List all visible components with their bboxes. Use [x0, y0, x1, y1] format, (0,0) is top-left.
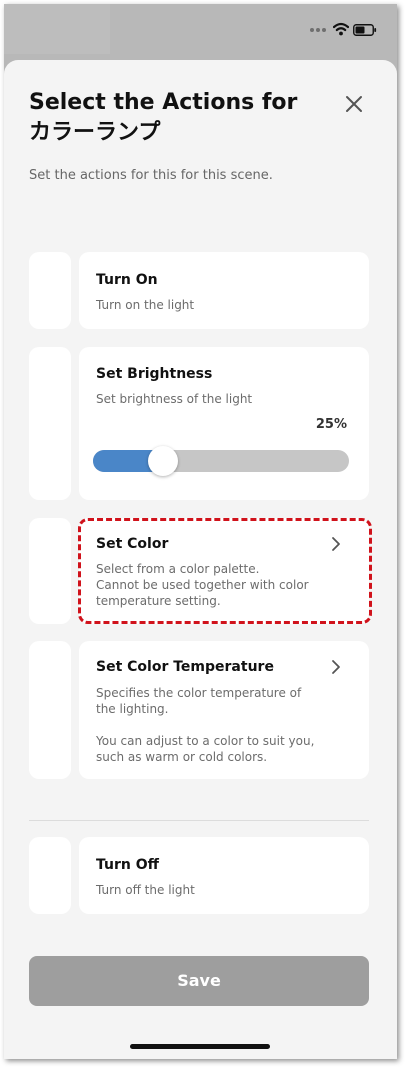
status-bar [4, 4, 397, 60]
brightness-value: 25% [315, 417, 347, 432]
action-card-set-color[interactable]: Set Color Select from a color palette. C… [79, 518, 369, 624]
action-title: Set Color Temperature [96, 659, 274, 675]
brightness-slider[interactable] [93, 446, 349, 476]
action-description: Specifies the color temperature of the l… [96, 686, 315, 764]
signal-dots-icon [310, 28, 328, 34]
sheet-subtitle: Set the actions for this for this scene. [29, 168, 273, 183]
set-color-checkbox[interactable] [29, 518, 71, 624]
action-description: Turn off the light [96, 883, 195, 897]
turn-on-checkbox[interactable] [29, 252, 71, 329]
set-color-temperature-checkbox[interactable] [29, 641, 71, 779]
action-description: Select from a color palette. Cannot be u… [96, 562, 309, 608]
action-card-turn-off[interactable]: Turn Off Turn off the light [79, 837, 369, 914]
slider-thumb[interactable] [148, 446, 178, 476]
turn-off-checkbox[interactable] [29, 837, 71, 914]
home-indicator [130, 1044, 270, 1049]
phone-screen: Select the Actions for カラーランプ Set the ac… [4, 4, 397, 1059]
action-title: Turn Off [96, 857, 159, 873]
set-brightness-checkbox[interactable] [29, 347, 71, 500]
action-description: Set brightness of the light [96, 392, 253, 406]
chevron-right-icon [332, 537, 340, 551]
action-card-turn-on[interactable]: Turn On Turn on the light [79, 252, 369, 329]
chevron-right-icon [332, 660, 340, 674]
action-description: Turn on the light [96, 298, 195, 312]
close-icon[interactable] [342, 92, 366, 116]
save-button[interactable]: Save [29, 956, 369, 1006]
action-title: Set Brightness [96, 366, 213, 382]
action-selection-sheet: Select the Actions for カラーランプ Set the ac… [4, 60, 397, 1059]
wifi-icon [333, 22, 349, 36]
action-card-set-color-temperature[interactable]: Set Color Temperature Specifies the colo… [79, 641, 369, 779]
action-title: Set Color [96, 536, 169, 552]
action-card-set-brightness[interactable]: Set Brightness Set brightness of the lig… [79, 347, 369, 500]
status-bar-backdrop [4, 4, 110, 54]
section-divider [29, 820, 369, 821]
action-title: Turn On [96, 272, 158, 288]
sheet-title: Select the Actions for カラーランプ [29, 90, 298, 145]
battery-icon [353, 24, 377, 36]
